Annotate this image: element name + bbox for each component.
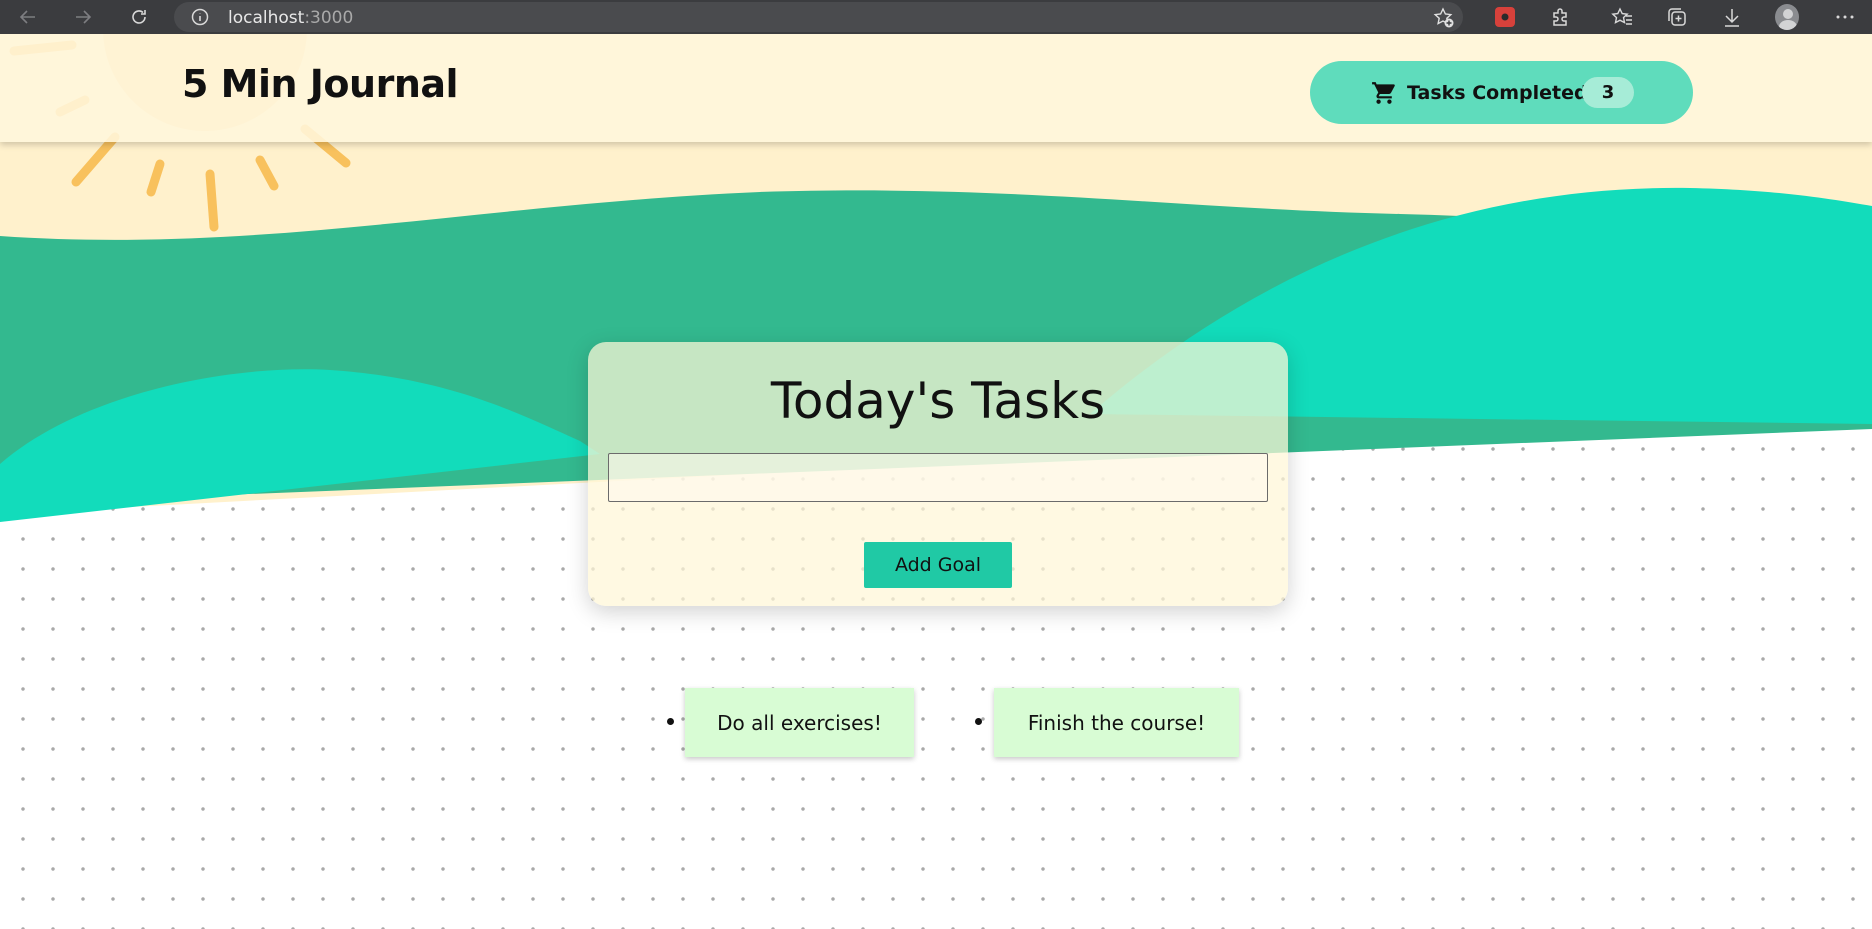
address-bar[interactable]: localhost:3000	[174, 2, 1463, 32]
back-button[interactable]	[14, 3, 42, 31]
card-title: Today's Tasks	[770, 372, 1106, 430]
tasks-completed-label: Tasks Completed	[1407, 82, 1588, 104]
arrow-right-icon	[76, 10, 92, 24]
task-card: Today's Tasks Add Goal	[588, 342, 1288, 606]
brand-title[interactable]: 5 Min Journal	[182, 62, 459, 106]
info-icon[interactable]	[190, 7, 210, 27]
goal-item[interactable]: Finish the course!	[994, 688, 1239, 757]
settings-menu-button[interactable]	[1833, 5, 1857, 29]
browser-toolbar: localhost:3000	[0, 0, 1872, 34]
collections-icon	[1668, 8, 1686, 26]
arrow-left-icon	[19, 10, 35, 24]
extensions-menu-button[interactable]	[1548, 5, 1572, 29]
profile-button[interactable]	[1775, 4, 1799, 30]
download-icon	[1725, 9, 1739, 27]
goal-input[interactable]	[608, 453, 1268, 502]
avatar	[1775, 4, 1799, 30]
page-viewport: 5 Min Journal Tasks Completed 3 Today's …	[0, 34, 1872, 929]
forward-button[interactable]	[69, 3, 97, 31]
list-bullet	[975, 718, 982, 725]
puzzle-icon	[1553, 8, 1567, 26]
more-icon	[1836, 15, 1854, 19]
cart-icon	[1372, 82, 1395, 104]
extension-button[interactable]	[1493, 5, 1517, 29]
tasks-completed-button[interactable]: Tasks Completed 3	[1310, 61, 1693, 124]
extension-icon	[1495, 7, 1515, 27]
reload-button[interactable]	[125, 3, 153, 31]
reload-icon	[132, 10, 146, 24]
collections-button[interactable]	[1665, 5, 1689, 29]
favorites-icon	[1611, 7, 1632, 25]
add-favorite-icon[interactable]	[1433, 7, 1455, 29]
app-header: 5 Min Journal Tasks Completed 3	[0, 34, 1872, 142]
goal-item[interactable]: Do all exercises!	[685, 688, 914, 757]
list-bullet	[667, 718, 674, 725]
favorites-button[interactable]	[1610, 5, 1634, 29]
downloads-button[interactable]	[1720, 5, 1744, 29]
url-text[interactable]: localhost:3000	[228, 8, 353, 28]
add-goal-button[interactable]: Add Goal	[864, 542, 1012, 588]
tasks-completed-count-badge: 3	[1582, 77, 1634, 108]
